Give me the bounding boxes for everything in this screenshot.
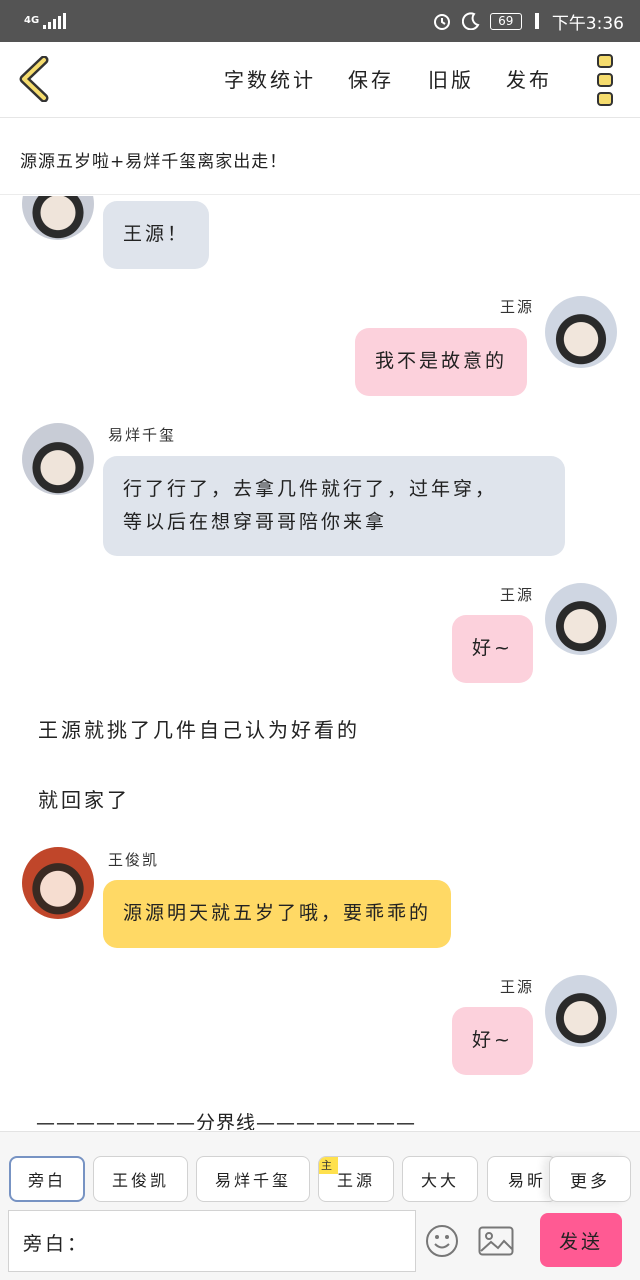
sender-name: 王源 [500,978,535,996]
avatar[interactable] [22,847,94,919]
image-icon[interactable] [478,1226,514,1256]
message-line: 行了行了，去拿几件就行了，过年穿， [123,478,498,500]
message-line: 等以后在想穿哥哥陪你来拿 [123,511,388,533]
avatar[interactable] [545,296,617,368]
moon-icon [461,12,480,30]
main-role-badge: 主 [319,1157,338,1174]
chat-area[interactable]: 王源！ 王源 我不是故意的 易烊千玺 行了行了，去拿几件就行了，过年穿， 等以后… [0,196,640,1130]
network-indicator: 4G [24,13,67,29]
role-chip[interactable]: 大大 [402,1156,478,1202]
status-bar: 4G 69 下午3:36 [0,0,640,42]
emoji-icon[interactable] [425,1224,459,1258]
role-chip-narrator[interactable]: 旁白 [9,1156,85,1202]
story-title-bar: 源源五岁啦+易烊千玺离家出走！ [0,119,640,195]
message-bubble[interactable]: 源源明天就五岁了哦，要乖乖的 [103,880,452,948]
narration-text[interactable]: 就回家了 [38,784,130,813]
story-title: 源源五岁啦+易烊千玺离家出走！ [20,152,288,172]
sender-name: 王俊凯 [108,851,160,869]
role-chip[interactable]: 易昕 [487,1156,557,1202]
signal-icon [43,13,67,29]
more-menu-icon[interactable] [597,54,615,106]
role-chip[interactable]: 易烊千玺 [196,1156,310,1202]
app-header: 字数统计 保存 旧版 发布 [0,42,640,118]
message-bubble[interactable]: 我不是故意的 [355,328,528,396]
message-bubble[interactable]: 王源！ [103,201,210,269]
save-button[interactable]: 保存 [348,64,394,93]
message-bubble[interactable]: 好~ [452,615,533,683]
avatar[interactable] [545,583,617,655]
word-count-button[interactable]: 字数统计 [224,64,316,93]
network-type: 4G [24,15,40,26]
message-bubble[interactable]: 好~ [452,1007,533,1075]
composer: 旁白 王俊凯 易烊千玺 主 王源 大大 易昕 更多 旁白： 发送 [0,1131,640,1280]
narration-text[interactable]: 王源就挑了几件自己认为好看的 [38,714,360,743]
more-roles-button[interactable]: 更多 [549,1156,631,1202]
back-chevron-icon[interactable] [16,56,50,102]
publish-button[interactable]: 发布 [506,64,552,93]
role-chip-main[interactable]: 主 王源 [318,1156,394,1202]
avatar[interactable] [22,423,94,495]
role-chip-label: 王源 [336,1171,375,1190]
avatar[interactable] [22,196,94,240]
avatar[interactable] [545,975,617,1047]
old-version-button[interactable]: 旧版 [428,64,474,93]
charging-icon [534,13,539,29]
clock: 下午3:36 [551,13,624,34]
message-input[interactable]: 旁白： [8,1210,416,1272]
battery-icon: 69 [489,12,522,30]
sender-name: 王源 [500,586,535,604]
alarm-icon [433,14,450,30]
divider-text[interactable]: ————————分界线———————— [36,1108,416,1130]
role-chip[interactable]: 王俊凯 [93,1156,188,1202]
sender-name: 易烊千玺 [108,426,177,444]
message-bubble[interactable]: 行了行了，去拿几件就行了，过年穿， 等以后在想穿哥哥陪你来拿 [103,456,565,556]
send-button[interactable]: 发送 [540,1213,622,1267]
sender-name: 王源 [500,298,535,316]
